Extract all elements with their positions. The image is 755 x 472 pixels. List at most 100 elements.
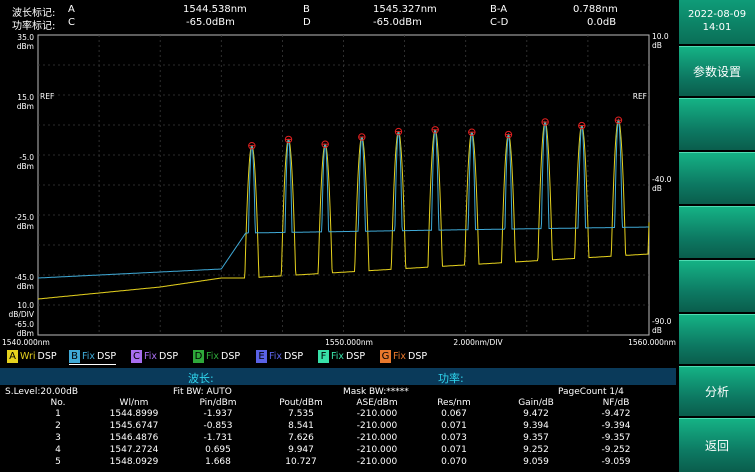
- trace-b-selector[interactable]: B Fix DSP: [69, 349, 117, 365]
- ref-right-label: REF: [633, 92, 647, 101]
- trace-c-selector[interactable]: C Fix DSP: [131, 349, 178, 364]
- results-table: 波长: 功率: S.Level:20.00dB Fit BW: AUTO Mas…: [0, 366, 676, 472]
- table-cell: -9.394: [601, 421, 631, 431]
- marker-ba-value: 0.788nm: [573, 4, 618, 15]
- trace-mode-label: Wri: [20, 351, 36, 362]
- trace-display-label: DSP: [221, 351, 241, 362]
- marker-b-name: B: [303, 4, 310, 15]
- table-cell: -0.853: [203, 421, 233, 431]
- marker-a-name: A: [68, 4, 75, 15]
- date-text: 2022-08-09: [687, 9, 747, 20]
- table-cell: 0.695: [205, 445, 231, 455]
- marker-d-name: D: [303, 17, 311, 28]
- table-cell: Wl/nm: [119, 398, 149, 408]
- marker-cd-value: 0.0dB: [587, 17, 617, 28]
- table-cell: 8.541: [288, 421, 314, 431]
- trace-mode-label: Fix: [82, 351, 96, 362]
- marker-c-value: -65.0dBm: [186, 17, 235, 28]
- table-cell: -9.357: [601, 433, 631, 443]
- power-section-title: 功率:: [438, 372, 464, 385]
- wavelength-section-title: 波长:: [188, 372, 214, 385]
- trace-letter-badge: G: [380, 350, 391, 363]
- spectrum-chart[interactable]: 35.0 dBm 15.0 dBm -5.0 dBm -25.0 dBm -45.0 dBm -65…: [0, 32, 676, 348]
- table-cell: -9.059: [601, 457, 631, 467]
- trace-f-selector[interactable]: F Fix DSP: [318, 349, 365, 364]
- mask-bw-value: Mask BW:*****: [343, 387, 409, 397]
- right-tick-label: -90.0: [652, 317, 672, 326]
- table-row: 2 1545.6747 -0.853 8.541 -210.000 0.071 9.394 -…: [0, 421, 676, 432]
- right-tick-unit: dB: [652, 41, 662, 50]
- table-cell: 0.071: [441, 445, 467, 455]
- marker-cd-name: C-D: [490, 17, 509, 28]
- trace-letter-badge: D: [193, 350, 204, 363]
- table-cell: 0.073: [441, 433, 467, 443]
- sidebar-blank-button-4[interactable]: [679, 260, 755, 312]
- spectrum-plot[interactable]: 35.0dBm15.0dBm-5.0dBm-25.0dBm-45.0dBm-65…: [0, 32, 676, 348]
- back-button[interactable]: 返回: [679, 418, 755, 472]
- table-settings-row: S.Level:20.00dB Fit BW: AUTO Mask BW:***…: [0, 387, 676, 398]
- table-cell: 0.071: [441, 421, 467, 431]
- trace-display-label: DSP: [159, 351, 179, 362]
- trace-display-label: DSP: [346, 351, 366, 362]
- table-cell: Pin/dBm: [199, 398, 237, 408]
- analysis-button[interactable]: 分析: [679, 366, 755, 416]
- sidebar-blank-button-5[interactable]: [679, 314, 755, 364]
- y-tick-label: 35.0: [17, 33, 34, 42]
- table-cell: 4: [55, 445, 61, 455]
- trace-letter-badge: B: [69, 350, 80, 363]
- table-cell: -9.252: [601, 445, 631, 455]
- marker-b-value: 1545.327nm: [373, 4, 437, 15]
- table-cell: Res/nm: [437, 398, 471, 408]
- table-cell: -9.472: [601, 409, 631, 419]
- sidebar-blank-button-3[interactable]: [679, 206, 755, 258]
- table-row: 5 1548.0929 1.668 10.727 -210.000 0.070 9.059 -…: [0, 457, 676, 468]
- sidebar-blank-button-2[interactable]: [679, 152, 755, 204]
- right-tick-label: 10.0: [652, 32, 669, 41]
- y-tick-unit: dBm: [17, 102, 34, 111]
- table-cell: 3: [55, 433, 61, 443]
- y-tick-label: -25.0: [15, 213, 35, 222]
- marker-c-name: C: [68, 17, 75, 28]
- marker-d-value: -65.0dBm: [373, 17, 422, 28]
- sidebar-blank-button-1[interactable]: [679, 98, 755, 150]
- y-tick-unit: dBm: [17, 42, 34, 51]
- y-tick-unit: dBm: [17, 329, 34, 338]
- y-tick-label: -45.0: [15, 273, 35, 282]
- trace-g-selector[interactable]: G Fix DSP: [380, 349, 427, 364]
- table-cell: 1: [55, 409, 61, 419]
- y-tick-label: 15.0: [17, 93, 34, 102]
- table-cell: -210.000: [356, 409, 398, 419]
- power-marker-label: 功率标记:: [12, 21, 56, 32]
- table-cell: 9.394: [523, 421, 549, 431]
- right-tick-unit: dB: [652, 184, 662, 193]
- table-section-header: 波长: 功率:: [0, 368, 676, 385]
- back-label: 返回: [704, 439, 729, 453]
- marker-ba-name: B-A: [490, 4, 508, 15]
- trace-d-selector[interactable]: D Fix DSP: [193, 349, 240, 364]
- trace-mode-label: Fix: [269, 351, 283, 362]
- x-end-label: 1560.000nm: [628, 338, 676, 347]
- y-tick-label: -65.0: [15, 320, 35, 329]
- datetime-display: 2022-08-09 14:01: [679, 0, 755, 44]
- trace-a-selector[interactable]: A Wri DSP: [7, 349, 57, 364]
- table-cell: -1.937: [203, 409, 233, 419]
- parameter-settings-button[interactable]: 参数设置: [679, 46, 755, 96]
- marker-a-value: 1544.538nm: [183, 4, 247, 15]
- table-cell: -210.000: [356, 421, 398, 431]
- trace-display-label: DSP: [37, 351, 57, 362]
- trace-mode-label: Fix: [144, 351, 158, 362]
- table-row: 1 1544.8999 -1.937 7.535 -210.000 0.067 9.472 -…: [0, 409, 676, 420]
- right-tick-unit: dB: [652, 326, 662, 335]
- s-level-value: S.Level:20.00dB: [5, 387, 79, 397]
- trace-mode-label: Fix: [331, 351, 345, 362]
- trace-e-selector[interactable]: E Fix DSP: [256, 349, 303, 364]
- table-cell: Gain/dB: [518, 398, 554, 408]
- scale-unit: dB/DIV: [8, 310, 34, 319]
- table-cell: -1.731: [203, 433, 233, 443]
- x-start-label: 1540.000nm: [2, 338, 50, 347]
- time-text: 14:01: [702, 22, 732, 33]
- table-cell: 7.535: [288, 409, 314, 419]
- ref-left-label: REF: [40, 92, 54, 101]
- table-cell: -210.000: [356, 445, 398, 455]
- y-tick-unit: dBm: [17, 222, 34, 231]
